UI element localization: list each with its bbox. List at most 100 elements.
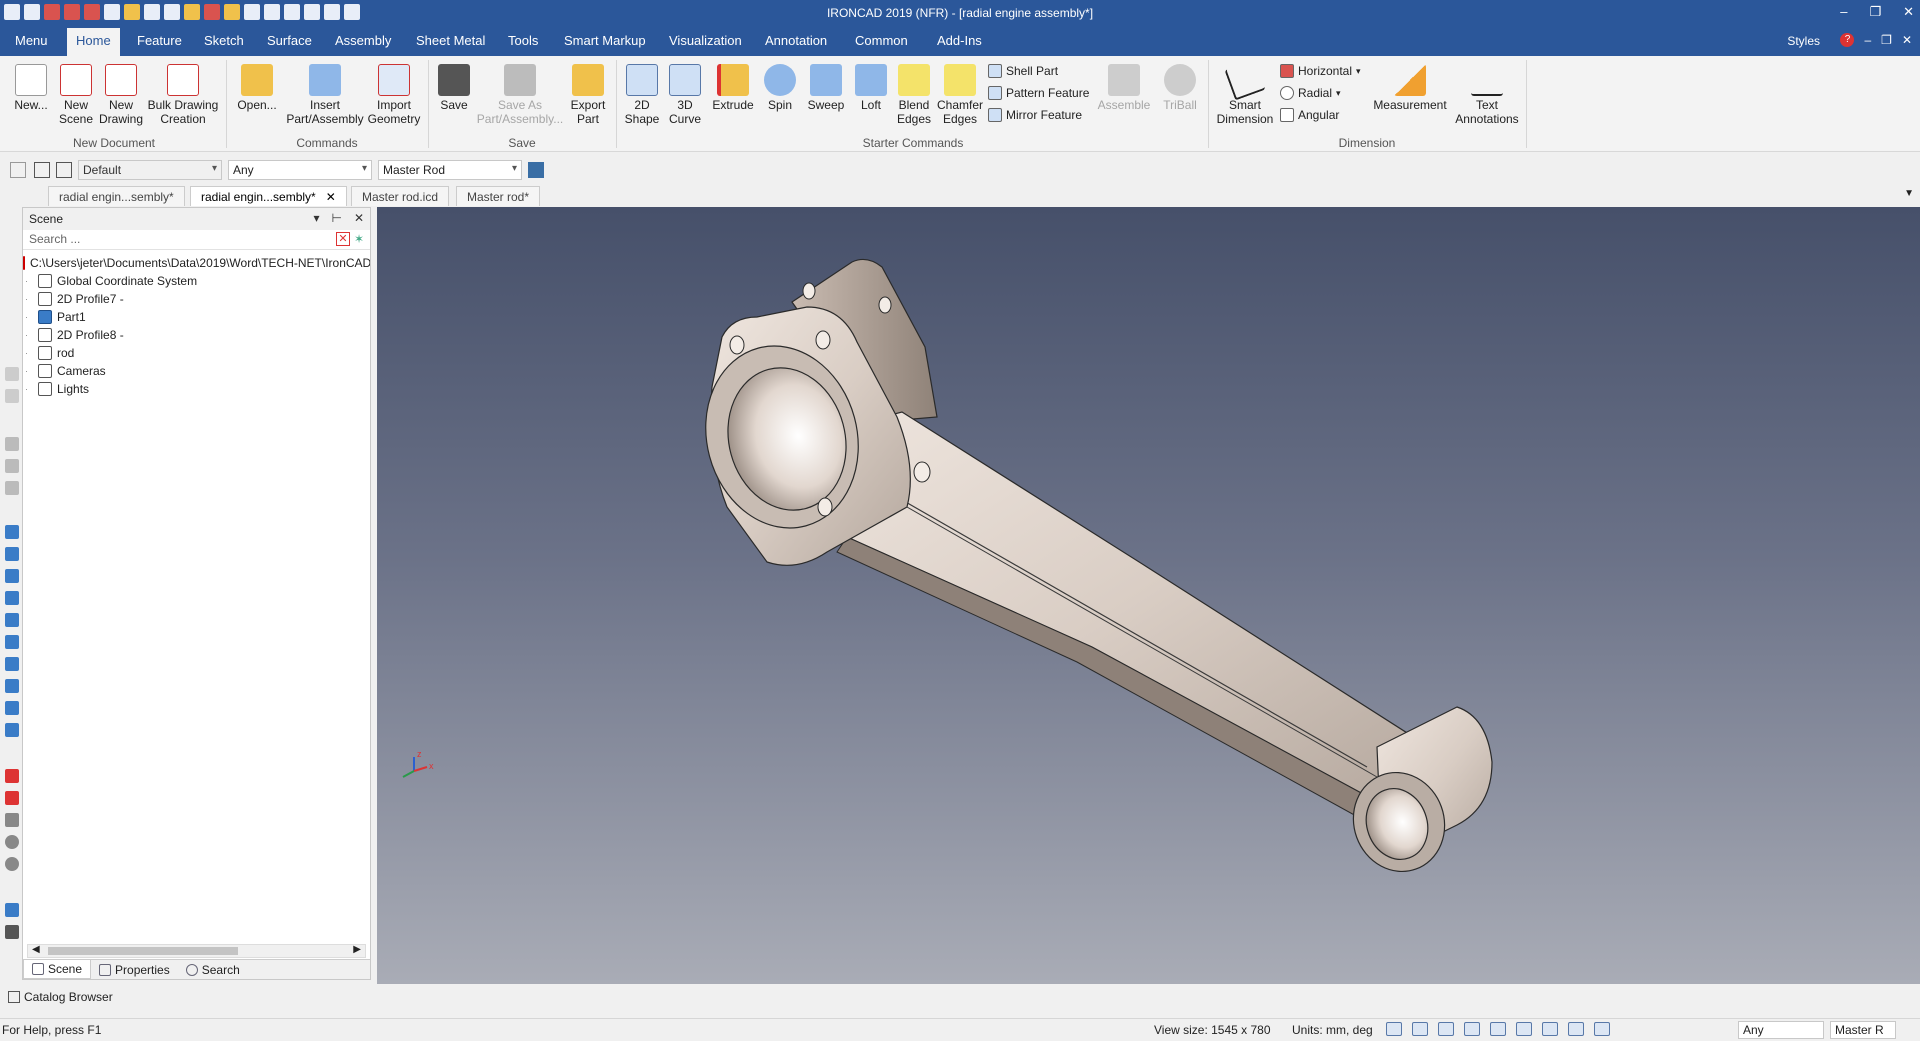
doc-minimize-button[interactable]: – bbox=[1864, 33, 1871, 47]
expand-icon[interactable]: · bbox=[25, 384, 35, 394]
part-model[interactable]: z x bbox=[377, 207, 1920, 984]
view-icon[interactable] bbox=[5, 481, 19, 495]
block-icon[interactable] bbox=[5, 701, 19, 715]
ruler-icon[interactable] bbox=[5, 925, 19, 939]
tab-feature[interactable]: Feature bbox=[137, 33, 182, 48]
tree-node-lights[interactable]: · Lights bbox=[23, 380, 370, 398]
tree-node-rod[interactable]: · rod bbox=[23, 344, 370, 362]
doc-tab-radial-engine-1[interactable]: radial engin...sembly* bbox=[48, 186, 185, 206]
tab-assembly[interactable]: Assembly bbox=[335, 33, 391, 48]
blend-edges-button[interactable]: Blend Edges bbox=[893, 62, 935, 126]
display-icon[interactable] bbox=[1542, 1022, 1558, 1036]
bulk-drawing-button[interactable]: Bulk Drawing Creation bbox=[146, 62, 220, 126]
text-annotations-button[interactable]: Text Annotations bbox=[1452, 62, 1522, 126]
angular-dimension-button[interactable]: Angular bbox=[1280, 108, 1339, 122]
loft-button[interactable]: Loft bbox=[850, 62, 892, 112]
scroll-left-icon[interactable]: ◀ bbox=[32, 944, 40, 955]
close-icon[interactable]: ✕ bbox=[326, 190, 336, 204]
3d-viewport[interactable]: z x bbox=[377, 207, 1920, 984]
horizontal-dimension-button[interactable]: Horizontal ▾ bbox=[1280, 64, 1361, 78]
block-icon[interactable] bbox=[5, 635, 19, 649]
tab-visualization[interactable]: Visualization bbox=[669, 33, 742, 48]
mirror-feature-button[interactable]: Mirror Feature bbox=[988, 108, 1082, 122]
block-icon[interactable] bbox=[5, 657, 19, 671]
tab-smart-markup[interactable]: Smart Markup bbox=[564, 33, 646, 48]
save-as-part-assembly-button[interactable]: Save As Part/Assembly... bbox=[474, 62, 566, 126]
section-icon[interactable] bbox=[1490, 1022, 1506, 1036]
block-icon[interactable] bbox=[5, 723, 19, 737]
view-icon[interactable] bbox=[5, 367, 19, 381]
chamfer-edges-button[interactable]: Chamfer Edges bbox=[936, 62, 984, 126]
export-part-button[interactable]: Export Part bbox=[566, 62, 610, 126]
measurement-button[interactable]: Measurement bbox=[1370, 62, 1450, 112]
doc-restore-button[interactable]: ❐ bbox=[1881, 33, 1892, 47]
part-combo[interactable]: Master Rod bbox=[378, 160, 522, 180]
catalog-browser-bar[interactable]: Catalog Browser bbox=[0, 986, 1920, 1008]
block-icon[interactable] bbox=[5, 547, 19, 561]
tab-home[interactable]: Home bbox=[67, 28, 120, 56]
tab-tools[interactable]: Tools bbox=[508, 33, 538, 48]
extrude-button[interactable]: Extrude bbox=[708, 62, 758, 112]
view-icon[interactable] bbox=[5, 459, 19, 473]
block-icon[interactable] bbox=[5, 679, 19, 693]
clear-search-icon[interactable]: ✕ bbox=[336, 232, 350, 246]
tree-node-2d-profile7[interactable]: · 2D Profile7 - bbox=[23, 290, 370, 308]
smart-dimension-button[interactable]: Smart Dimension bbox=[1212, 59, 1278, 126]
tab-scene[interactable]: Scene bbox=[23, 960, 92, 979]
pin-icon[interactable]: ⊢ bbox=[331, 211, 341, 225]
new-scene-button[interactable]: New Scene bbox=[54, 62, 98, 126]
open-button[interactable]: Open... bbox=[232, 62, 282, 112]
dimension-icon[interactable] bbox=[5, 791, 19, 805]
horizontal-scrollbar[interactable]: ◀ ▶ bbox=[27, 944, 366, 958]
search-options-icon[interactable]: ✶ bbox=[354, 232, 368, 246]
doc-tab-master-rod[interactable]: Master rod* bbox=[456, 186, 541, 206]
tree-node-file-path[interactable]: C:\Users\jeter\Documents\Data\2019\Word\… bbox=[23, 254, 370, 272]
tree-node-2d-profile8[interactable]: · 2D Profile8 - bbox=[23, 326, 370, 344]
camera-icon[interactable] bbox=[1516, 1022, 1532, 1036]
zoom-fit-icon[interactable] bbox=[1412, 1022, 1428, 1036]
select-arrow-icon[interactable] bbox=[34, 162, 50, 178]
3d-curve-button[interactable]: 3D Curve bbox=[664, 62, 706, 126]
tree-node-global-coordinate-system[interactable]: · Global Coordinate System bbox=[23, 272, 370, 290]
select-parts-icon[interactable] bbox=[56, 162, 72, 178]
import-geometry-button[interactable]: Import Geometry bbox=[366, 62, 422, 126]
expand-icon[interactable]: · bbox=[25, 276, 35, 286]
expand-icon[interactable]: · bbox=[25, 294, 35, 304]
tab-sketch[interactable]: Sketch bbox=[204, 33, 244, 48]
doc-close-button[interactable]: ✕ bbox=[1902, 33, 1912, 47]
expand-icon[interactable]: · bbox=[25, 330, 35, 340]
panel-menu-icon[interactable]: ▾ bbox=[313, 211, 319, 225]
hierarchy-icon[interactable] bbox=[528, 162, 544, 178]
shell-part-button[interactable]: Shell Part bbox=[988, 64, 1058, 78]
minimize-button[interactable]: – bbox=[1840, 4, 1847, 20]
expand-icon[interactable]: · bbox=[25, 366, 35, 376]
lights-icon[interactable] bbox=[1568, 1022, 1584, 1036]
restore-button[interactable]: ❐ bbox=[1869, 4, 1881, 20]
selection-filter-icon[interactable] bbox=[10, 162, 26, 178]
block-icon[interactable] bbox=[5, 525, 19, 539]
view-orientation-icon[interactable] bbox=[1438, 1022, 1454, 1036]
close-icon[interactable]: ✕ bbox=[354, 211, 364, 225]
filter-combo[interactable]: Any bbox=[228, 160, 372, 180]
scrollbar-thumb[interactable] bbox=[48, 947, 238, 955]
annotation-icon[interactable] bbox=[5, 903, 19, 917]
tab-common[interactable]: Common bbox=[855, 33, 908, 48]
radius-icon[interactable] bbox=[5, 835, 19, 849]
radial-dimension-button[interactable]: Radial ▾ bbox=[1280, 86, 1341, 100]
scroll-right-icon[interactable]: ▶ bbox=[353, 944, 361, 955]
tree-node-cameras[interactable]: · Cameras bbox=[23, 362, 370, 380]
diameter-icon[interactable] bbox=[5, 857, 19, 871]
tree-node-part1[interactable]: · Part1 bbox=[23, 308, 370, 326]
tab-surface[interactable]: Surface bbox=[267, 33, 312, 48]
triball-button[interactable]: TriBall bbox=[1156, 62, 1204, 112]
tab-sheet-metal[interactable]: Sheet Metal bbox=[416, 33, 485, 48]
tab-menu[interactable]: Menu bbox=[15, 33, 48, 48]
close-button[interactable]: ✕ bbox=[1903, 4, 1914, 20]
render-mode-icon[interactable] bbox=[1464, 1022, 1480, 1036]
tabs-dropdown-icon[interactable]: ▼ bbox=[1904, 188, 1914, 199]
styles-dropdown[interactable]: Styles bbox=[1787, 34, 1820, 48]
doc-tab-radial-engine-2[interactable]: radial engin...sembly* ✕ bbox=[190, 186, 347, 206]
zoom-icon[interactable] bbox=[1386, 1022, 1402, 1036]
doc-tab-master-rod-icd[interactable]: Master rod.icd bbox=[351, 186, 450, 206]
scene-search-input[interactable]: Search ... ✕ ✶ bbox=[23, 230, 370, 250]
